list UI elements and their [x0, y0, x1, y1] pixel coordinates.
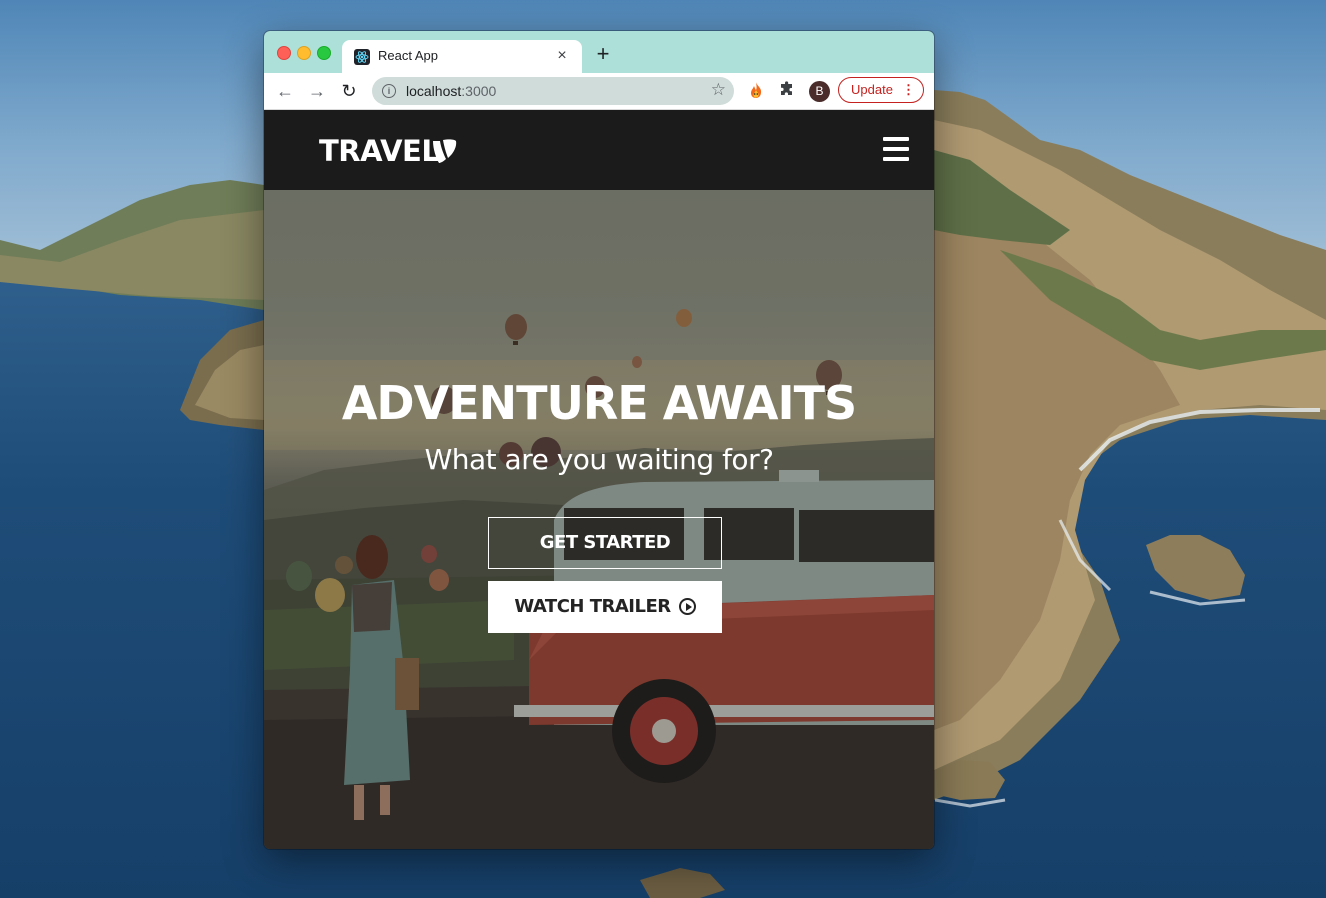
- hero-section: ADVENTURE AWAITS What are you waiting fo…: [264, 190, 934, 849]
- browser-window: React App × + ← → ↻ i localhost:3000 ☆ B: [264, 31, 934, 849]
- get-started-button[interactable]: GET STARTED: [488, 517, 722, 569]
- update-button[interactable]: Update ⋮: [838, 77, 924, 103]
- watch-trailer-label: WATCH TRAILER: [514, 596, 671, 617]
- tab-close-icon[interactable]: ×: [552, 46, 572, 66]
- watch-trailer-button[interactable]: WATCH TRAILER: [488, 581, 722, 633]
- update-label: Update: [851, 82, 893, 97]
- typo3-logo-icon[interactable]: [432, 138, 458, 164]
- close-window-button[interactable]: [277, 46, 291, 60]
- react-favicon-icon: [354, 49, 370, 65]
- extensions-puzzle-icon[interactable]: [777, 81, 797, 101]
- hero-subtitle: What are you waiting for?: [424, 443, 774, 476]
- tab-title: React App: [378, 48, 438, 63]
- back-arrow-icon[interactable]: ←: [273, 79, 297, 103]
- tab-strip: React App × +: [264, 31, 934, 73]
- hero-title: ADVENTURE AWAITS: [341, 376, 857, 430]
- new-tab-button[interactable]: +: [592, 43, 614, 65]
- browser-toolbar: ← → ↻ i localhost:3000 ☆ B Update ⋮: [264, 73, 934, 110]
- url-text: localhost:3000: [406, 83, 496, 99]
- play-circle-icon: [678, 598, 696, 615]
- hamburger-menu-icon[interactable]: [883, 137, 909, 161]
- zoom-window-button[interactable]: [317, 46, 331, 60]
- forward-arrow-icon[interactable]: →: [305, 79, 329, 103]
- reload-icon[interactable]: ↻: [337, 79, 361, 103]
- address-bar[interactable]: i localhost:3000 ☆: [372, 77, 734, 105]
- fire-extension-icon[interactable]: [746, 81, 766, 101]
- minimize-window-button[interactable]: [297, 46, 311, 60]
- web-page: TRAVEL ADVENTURE AWAITS What are you wai…: [264, 110, 934, 849]
- bookmark-star-icon[interactable]: ☆: [711, 80, 726, 100]
- site-info-icon[interactable]: i: [382, 84, 396, 98]
- site-logo[interactable]: TRAVEL: [319, 134, 440, 168]
- url-host: localhost: [406, 83, 462, 99]
- kebab-menu-icon[interactable]: ⋮: [902, 77, 915, 103]
- url-port: :3000: [461, 83, 497, 99]
- profile-avatar[interactable]: B: [809, 81, 830, 102]
- tab-react-app[interactable]: React App ×: [342, 40, 582, 73]
- site-navbar: TRAVEL: [264, 110, 934, 190]
